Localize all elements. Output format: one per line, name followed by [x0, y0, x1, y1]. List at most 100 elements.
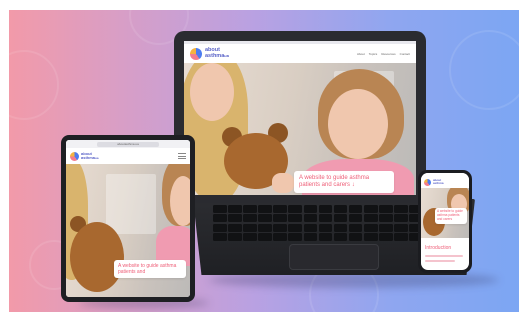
keyboard-key	[348, 233, 363, 241]
keyboard-key	[243, 205, 257, 213]
keyboard-key	[243, 214, 257, 223]
nav-item-contact[interactable]: Contact	[400, 52, 410, 56]
background-motif	[9, 50, 59, 120]
text-line	[425, 260, 455, 262]
keyboard-key	[288, 223, 303, 232]
logo-text-line2: asthmaua	[205, 52, 229, 59]
keyboard-key	[363, 233, 378, 241]
hero-tagline: A website to guide asthma patients and	[118, 263, 177, 275]
keyboard-key	[348, 223, 363, 232]
background-motif	[449, 30, 519, 110]
hero-photo: A website to guide asthma patients and c…	[184, 63, 416, 195]
hero-photo: A website to guide asthma patients and c…	[421, 188, 469, 238]
keyboard-key	[273, 214, 287, 223]
nav-item-resources[interactable]: Resources	[381, 52, 395, 56]
keyboard-key	[303, 205, 318, 213]
nav-item-about[interactable]: About	[357, 52, 365, 56]
menu-icon[interactable]	[178, 153, 186, 159]
tablet-screen: aboutasthma.ua about asthmaua A website …	[66, 140, 190, 297]
logo-icon[interactable]	[190, 47, 202, 60]
keyboard-key	[303, 214, 318, 223]
keyboard-key	[394, 214, 408, 223]
teddy-bear	[70, 222, 124, 292]
hero-tagline-card: A website to guide asthma patients and c…	[294, 171, 394, 194]
hero-tagline-card: A website to guide asthma patients and	[114, 260, 186, 278]
keyboard-key	[243, 233, 257, 241]
text-line	[425, 255, 463, 257]
laptop: about asthmaua About Topics Resources Co…	[174, 31, 426, 203]
keyboard-key	[213, 223, 227, 232]
keyboard-key	[348, 214, 363, 223]
logo-icon[interactable]	[424, 178, 431, 186]
keyboard-key	[213, 214, 227, 223]
keyboard-key	[288, 205, 303, 213]
keyboard-key	[243, 223, 257, 232]
hero-tagline: A website to guide asthma patients and c…	[437, 209, 463, 221]
keyboard-key	[379, 233, 393, 241]
keyboard-key	[213, 233, 227, 241]
background-shelf	[106, 174, 156, 234]
address-bar[interactable]: aboutasthma.ua	[97, 141, 159, 147]
keyboard-key	[258, 205, 272, 213]
keyboard-key	[318, 223, 333, 232]
site-logo[interactable]: about asthma	[433, 179, 444, 185]
keyboard-key	[303, 233, 318, 241]
keyboard-key	[333, 223, 348, 232]
girl-face	[328, 89, 388, 159]
logo-text-line2: asthma	[433, 181, 444, 185]
tablet: aboutasthma.ua about asthmaua A website …	[61, 135, 195, 302]
keyboard-key	[363, 205, 378, 213]
logo-icon[interactable]	[70, 151, 79, 161]
keyboard-key	[333, 233, 348, 241]
keyboard-key	[213, 205, 227, 213]
keyboard-key	[379, 214, 393, 223]
keyboard-key	[258, 233, 272, 241]
section-heading: Introduction	[425, 245, 452, 251]
keyboard-key	[288, 214, 303, 223]
keyboard-key	[228, 214, 242, 223]
keyboard-key	[348, 205, 363, 213]
scroll-down-arrow-icon[interactable]: ↓	[352, 182, 355, 188]
hero-photo: A website to guide asthma patients and	[66, 164, 190, 297]
girl-face	[170, 176, 190, 226]
hero-tagline: A website to guide asthma patients and c…	[299, 175, 370, 189]
site-header: about asthma	[421, 173, 469, 188]
logo-text-line2: asthmaua	[81, 155, 99, 160]
keyboard-key	[288, 233, 303, 241]
keyboard-key	[273, 223, 287, 232]
phone-screen: about asthma A website to guide asthma p…	[421, 173, 469, 270]
keyboard-key	[228, 205, 242, 213]
keyboard-key	[273, 233, 287, 241]
hand	[272, 173, 294, 193]
keyboard-key	[333, 205, 348, 213]
site-logo[interactable]: about asthmaua	[205, 47, 229, 59]
keyboard-key	[394, 205, 408, 213]
browser-toolbar: aboutasthma.ua	[66, 140, 190, 148]
laptop-trackpad	[289, 244, 379, 270]
keyboard-key	[228, 233, 242, 241]
site-header: about asthmaua About Topics Resources Co…	[184, 41, 416, 63]
keyboard-key	[394, 233, 408, 241]
phone: about asthma A website to guide asthma p…	[418, 170, 472, 273]
keyboard-key	[394, 223, 408, 232]
keyboard-key	[363, 223, 378, 232]
keyboard-key	[379, 205, 393, 213]
keyboard-key	[379, 223, 393, 232]
laptop-keyboard	[213, 205, 453, 241]
site-logo[interactable]: about asthmaua	[81, 152, 99, 160]
keyboard-key	[228, 223, 242, 232]
keyboard-key	[318, 214, 333, 223]
keyboard-key	[333, 214, 348, 223]
woman-face	[190, 63, 234, 121]
keyboard-key	[318, 233, 333, 241]
keyboard-key	[318, 205, 333, 213]
keyboard-key	[273, 205, 287, 213]
keyboard-key	[258, 223, 272, 232]
main-nav: About Topics Resources Contact	[353, 52, 410, 56]
nav-item-topics[interactable]: Topics	[369, 52, 378, 56]
keyboard-key	[303, 223, 318, 232]
laptop-screen: about asthmaua About Topics Resources Co…	[184, 41, 416, 195]
site-header: about asthmaua	[66, 148, 190, 164]
keyboard-key	[363, 214, 378, 223]
keyboard-key	[258, 214, 272, 223]
